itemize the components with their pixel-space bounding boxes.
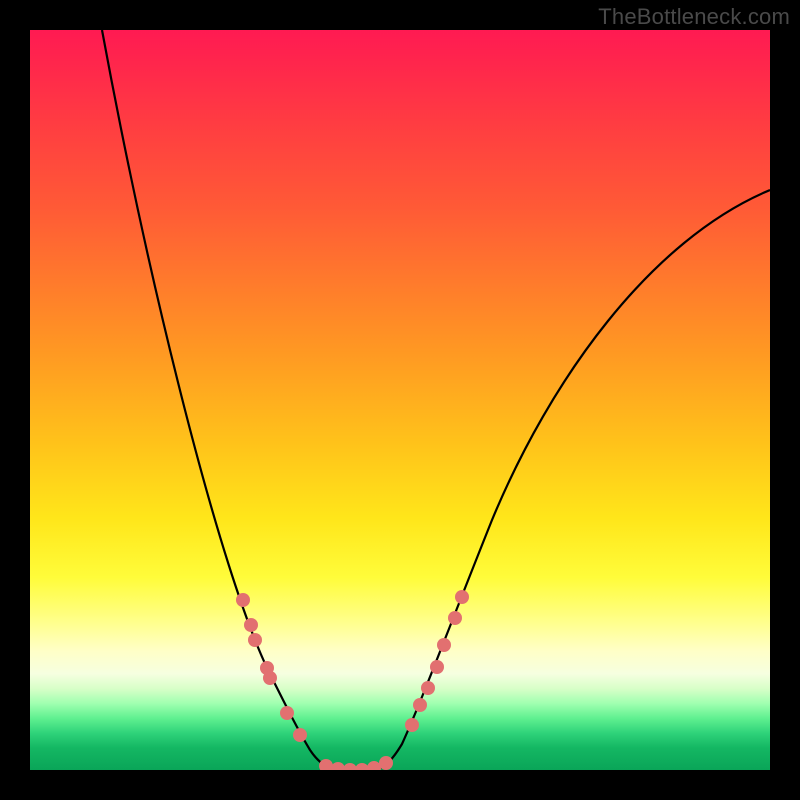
- markers-bottom: [319, 756, 393, 770]
- marker-dot: [437, 638, 451, 652]
- markers-right: [405, 590, 469, 732]
- marker-dot: [331, 762, 345, 770]
- bottleneck-curve: [102, 30, 770, 770]
- marker-dot: [248, 633, 262, 647]
- marker-dot: [455, 590, 469, 604]
- marker-dot: [263, 671, 277, 685]
- marker-dot: [430, 660, 444, 674]
- marker-dot: [413, 698, 427, 712]
- marker-dot: [355, 763, 369, 770]
- marker-dot: [244, 618, 258, 632]
- curve-layer: [30, 30, 770, 770]
- chart-frame: TheBottleneck.com: [0, 0, 800, 800]
- marker-dot: [236, 593, 250, 607]
- marker-dot: [319, 759, 333, 770]
- plot-area: [30, 30, 770, 770]
- watermark-text: TheBottleneck.com: [598, 4, 790, 30]
- marker-dot: [293, 728, 307, 742]
- marker-dot: [421, 681, 435, 695]
- marker-dot: [448, 611, 462, 625]
- marker-dot: [280, 706, 294, 720]
- marker-dot: [379, 756, 393, 770]
- marker-dot: [367, 761, 381, 770]
- marker-dot: [405, 718, 419, 732]
- marker-dot: [343, 763, 357, 770]
